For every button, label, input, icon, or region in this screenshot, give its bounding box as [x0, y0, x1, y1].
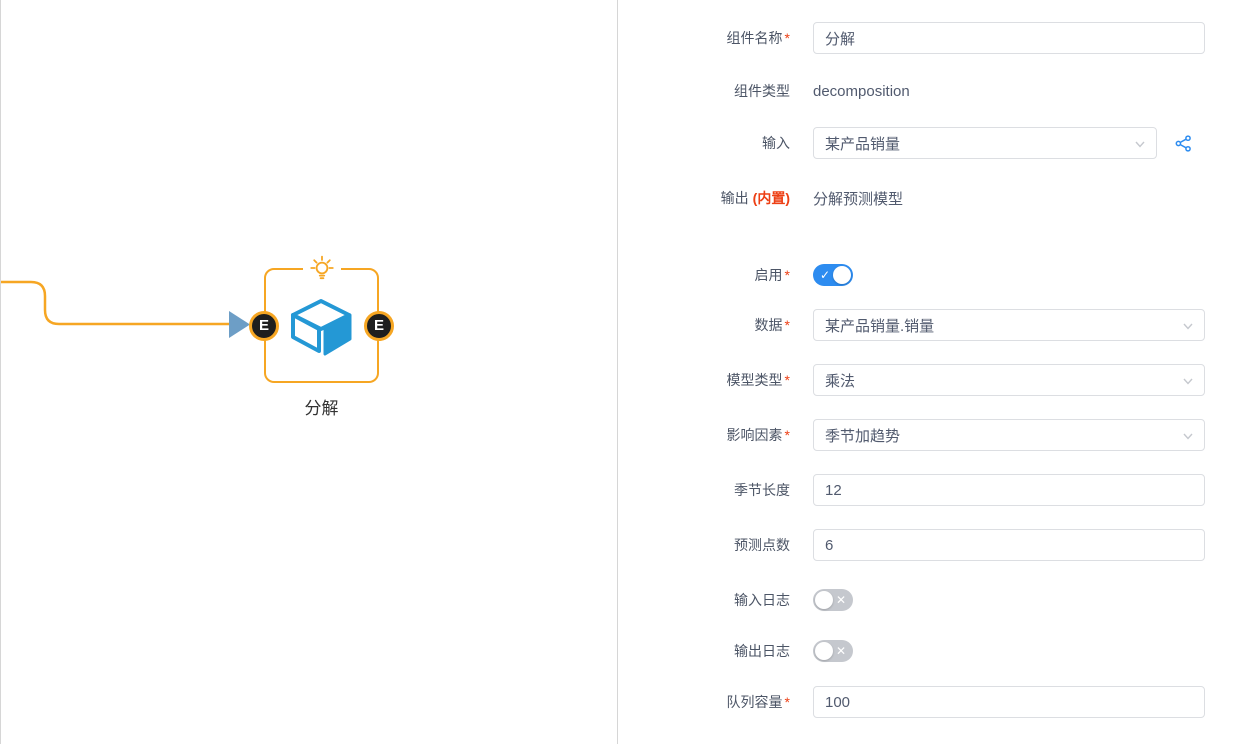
toggle-knob — [815, 642, 833, 660]
required-asterisk: * — [785, 317, 790, 333]
chevron-down-icon — [1181, 319, 1195, 333]
season-length-input[interactable] — [813, 474, 1205, 506]
output-port-label: E — [374, 317, 384, 334]
factor-select[interactable]: 季节加趋势 — [813, 419, 1205, 451]
input-port[interactable]: E — [249, 311, 279, 341]
field-label: 预测点数 — [618, 535, 790, 555]
field-label: 输出日志 — [618, 641, 790, 661]
select-value: 某产品销量.销量 — [825, 315, 934, 336]
field-label: 输入 — [618, 133, 790, 153]
field-row-input-log: 输入日志 ✕ — [618, 584, 1244, 616]
cross-icon: ✕ — [836, 589, 846, 611]
model-type-select[interactable]: 乘法 — [813, 364, 1205, 396]
field-label: 组件名称* — [618, 28, 790, 48]
input-source-select[interactable]: 某产品销量 — [813, 127, 1157, 159]
wire-path[interactable] — [1, 282, 230, 324]
field-label: 输入日志 — [618, 590, 790, 610]
field-label: 启用* — [618, 265, 790, 285]
chevron-down-icon — [1181, 374, 1195, 388]
field-label: 队列容量* — [618, 692, 790, 712]
input-log-toggle[interactable]: ✕ — [813, 589, 853, 611]
field-label: 组件类型 — [618, 81, 790, 101]
required-asterisk: * — [785, 694, 790, 710]
field-row-input-source: 输入 某产品销量 — [618, 127, 1244, 159]
required-asterisk: * — [785, 372, 790, 388]
enable-toggle[interactable]: ✓ — [813, 264, 853, 286]
output-log-toggle[interactable]: ✕ — [813, 640, 853, 662]
cube-icon — [286, 293, 358, 359]
decomposition-node[interactable]: E E — [264, 268, 379, 383]
field-row-output-log: 输出日志 ✕ — [618, 635, 1244, 667]
output-value: 分解预测模型 — [813, 188, 903, 209]
flow-canvas[interactable]: E E 分解 — [0, 0, 618, 744]
chevron-down-icon — [1133, 137, 1147, 151]
field-label: 数据* — [618, 315, 790, 335]
field-row-forecast-points: 预测点数 — [618, 529, 1244, 561]
field-row-season-length: 季节长度 — [618, 474, 1244, 506]
select-value: 季节加趋势 — [825, 425, 900, 446]
field-row-model-type: 模型类型* 乘法 — [618, 364, 1244, 396]
cross-icon: ✕ — [836, 640, 846, 662]
component-name-input[interactable] — [813, 22, 1205, 54]
share-icon[interactable] — [1175, 135, 1192, 152]
field-row-factor: 影响因素* 季节加趋势 — [618, 419, 1244, 451]
node-label: 分解 — [264, 394, 379, 419]
check-icon: ✓ — [820, 264, 830, 286]
field-label: 输出(内置) — [618, 188, 790, 208]
forecast-points-input[interactable] — [813, 529, 1205, 561]
data-select[interactable]: 某产品销量.销量 — [813, 309, 1205, 341]
output-port[interactable]: E — [364, 311, 394, 341]
lightbulb-icon — [303, 254, 341, 282]
required-asterisk: * — [785, 427, 790, 443]
field-row-component-name: 组件名称* — [618, 22, 1244, 54]
properties-panel: 组件名称* 组件类型 decomposition 输入 某产品销量 — [618, 0, 1244, 744]
field-row-enable: 启用* ✓ — [618, 259, 1244, 291]
field-row-queue-capacity: 队列容量* — [618, 686, 1244, 718]
select-value: 乘法 — [825, 370, 855, 391]
field-row-output: 输出(内置) 分解预测模型 — [618, 182, 1244, 214]
required-asterisk: * — [785, 267, 790, 283]
toggle-knob — [815, 591, 833, 609]
field-row-data: 数据* 某产品销量.销量 — [618, 309, 1244, 341]
toggle-knob — [833, 266, 851, 284]
field-label: 影响因素* — [618, 425, 790, 445]
builtin-badge: (内置) — [753, 190, 790, 206]
field-label: 模型类型* — [618, 370, 790, 390]
input-port-label: E — [259, 317, 269, 334]
select-value: 某产品销量 — [825, 133, 900, 154]
chevron-down-icon — [1181, 429, 1195, 443]
field-label: 季节长度 — [618, 480, 790, 500]
component-type-value: decomposition — [813, 83, 910, 100]
required-asterisk: * — [785, 30, 790, 46]
field-row-component-type: 组件类型 decomposition — [618, 75, 1244, 107]
wire-arrowhead-icon — [229, 311, 250, 338]
queue-capacity-input[interactable] — [813, 686, 1205, 718]
